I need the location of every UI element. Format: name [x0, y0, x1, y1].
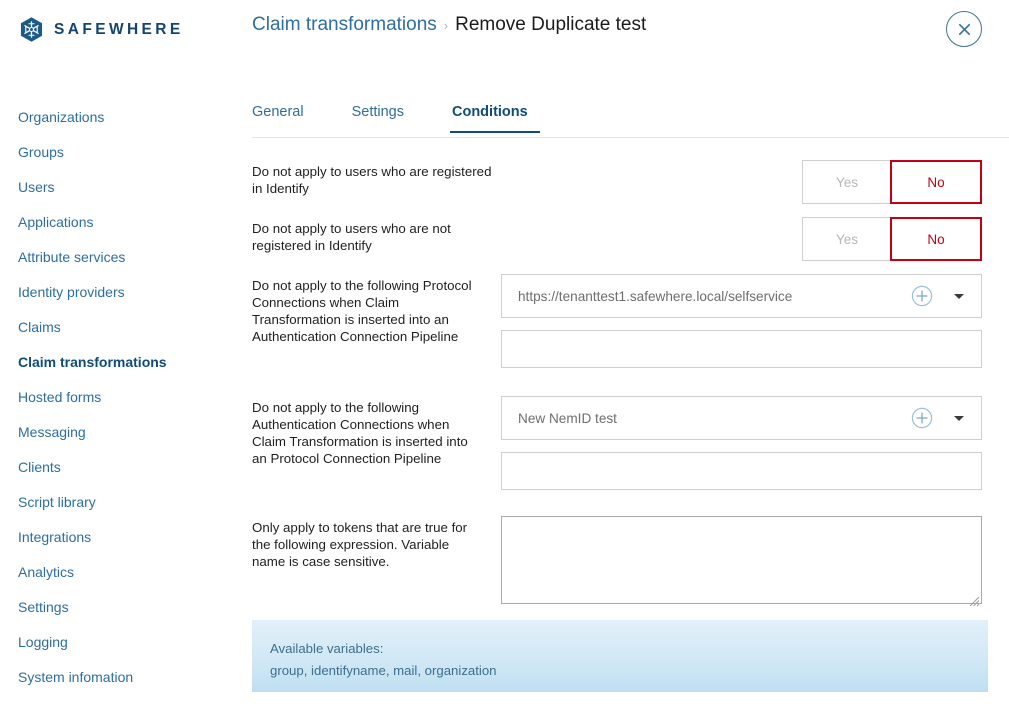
brand: SAFEWHERE — [18, 16, 184, 43]
sidebar-item-analytics[interactable]: Analytics — [0, 555, 232, 590]
plus-circle-icon[interactable] — [911, 407, 933, 429]
condition-label: Only apply to tokens that are true for t… — [252, 520, 468, 569]
sidebar-item-claim-transformations[interactable]: Claim transformations — [0, 345, 232, 380]
condition-label: Do not apply to the following Authentica… — [252, 400, 468, 466]
sidebar-item-organizations[interactable]: Organizations — [0, 100, 232, 135]
close-button[interactable] — [946, 11, 982, 47]
tab-divider — [252, 137, 1009, 138]
breadcrumb: Claim transformations › Remove Duplicate… — [252, 14, 646, 36]
breadcrumb-separator-icon: › — [443, 18, 449, 33]
condition-row-auth-connections: Do not apply to the following Authentica… — [252, 396, 1009, 516]
plus-circle-icon[interactable] — [911, 285, 933, 307]
sidebar-item-script-library[interactable]: Script library — [0, 485, 232, 520]
sidebar-nav: Organizations Groups Users Applications Attr… — [0, 100, 232, 695]
snowflake-hex-logo-icon — [18, 16, 45, 43]
yes-no-toggle-not-registered[interactable]: Yes No — [802, 217, 982, 261]
sidebar-item-messaging[interactable]: Messaging — [0, 415, 232, 450]
yes-no-toggle-registered[interactable]: Yes No — [802, 160, 982, 204]
sidebar-item-system-infomation[interactable]: System infomation — [0, 660, 232, 695]
close-x-icon — [957, 22, 972, 37]
sidebar-item-settings[interactable]: Settings — [0, 590, 232, 625]
condition-row-registered: Do not apply to users who are registered… — [252, 160, 1009, 217]
auth-connections-value: New NemID test — [518, 410, 617, 426]
breadcrumb-current: Remove Duplicate test — [455, 14, 647, 35]
chevron-down-icon[interactable] — [951, 415, 967, 421]
expression-field — [501, 516, 982, 609]
available-variables-list: group, identifyname, mail, organization — [270, 663, 497, 678]
sidebar-item-logging[interactable]: Logging — [0, 625, 232, 660]
conditions-form: Do not apply to users who are registered… — [252, 160, 1009, 616]
page-header: SAFEWHERE Claim transformations › Remove… — [0, 0, 1009, 78]
condition-label: Do not apply to users who are not regist… — [252, 221, 451, 253]
sidebar-item-hosted-forms[interactable]: Hosted forms — [0, 380, 232, 415]
auth-connections-field: New NemID test — [501, 396, 982, 490]
tab-bar: General Settings Conditions — [252, 100, 1009, 138]
condition-row-protocol-connections: Do not apply to the following Protocol C… — [252, 274, 1009, 396]
sidebar-item-attribute-services[interactable]: Attribute services — [0, 240, 232, 275]
tab-settings[interactable]: Settings — [352, 100, 404, 133]
chevron-down-icon[interactable] — [951, 293, 967, 299]
condition-row-expression: Only apply to tokens that are true for t… — [252, 516, 1009, 616]
expression-textarea[interactable] — [501, 516, 982, 604]
condition-label: Do not apply to users who are registered… — [252, 164, 492, 196]
condition-row-not-registered: Do not apply to users who are not regist… — [252, 217, 1009, 274]
toggle-no-button[interactable]: No — [890, 217, 982, 261]
auth-connections-select[interactable]: New NemID test — [501, 396, 982, 440]
main-panel: General Settings Conditions — [252, 100, 1009, 138]
protocol-connections-value: https://tenanttest1.safewhere.local/self… — [518, 288, 793, 304]
available-variables-title: Available variables: — [270, 641, 384, 656]
tab-general[interactable]: General — [252, 100, 304, 133]
sidebar-item-users[interactable]: Users — [0, 170, 232, 205]
protocol-connections-tags[interactable] — [501, 330, 982, 368]
toggle-no-button[interactable]: No — [890, 160, 982, 204]
sidebar-item-integrations[interactable]: Integrations — [0, 520, 232, 555]
available-variables-box: Available variables: group, identifyname… — [252, 620, 988, 692]
toggle-yes-button[interactable]: Yes — [802, 217, 891, 261]
toggle-yes-button[interactable]: Yes — [802, 160, 891, 204]
sidebar-item-groups[interactable]: Groups — [0, 135, 232, 170]
claim-transformation-conditions-page: SAFEWHERE Claim transformations › Remove… — [0, 0, 1009, 711]
tab-conditions[interactable]: Conditions — [450, 100, 540, 133]
protocol-connections-select[interactable]: https://tenanttest1.safewhere.local/self… — [501, 274, 982, 318]
auth-connections-tags[interactable] — [501, 452, 982, 490]
sidebar-item-clients[interactable]: Clients — [0, 450, 232, 485]
sidebar-item-identity-providers[interactable]: Identity providers — [0, 275, 232, 310]
brand-name: SAFEWHERE — [54, 20, 184, 38]
sidebar-item-applications[interactable]: Applications — [0, 205, 232, 240]
condition-label: Do not apply to the following Protocol C… — [252, 278, 472, 344]
sidebar-item-claims[interactable]: Claims — [0, 310, 232, 345]
protocol-connections-field: https://tenanttest1.safewhere.local/self… — [501, 274, 982, 368]
breadcrumb-parent-link[interactable]: Claim transformations — [252, 14, 437, 36]
